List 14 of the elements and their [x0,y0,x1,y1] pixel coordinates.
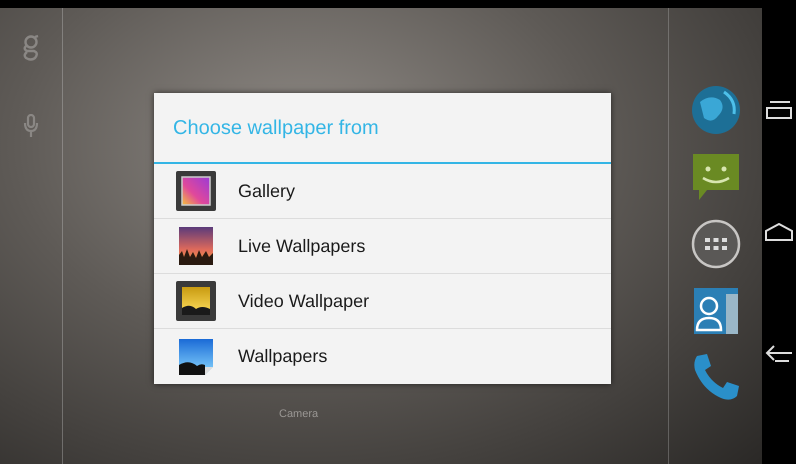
list-item[interactable]: Video Wallpaper [154,274,611,329]
globe-icon[interactable] [690,84,742,136]
gallery-icon [175,171,217,211]
message-icon[interactable] [690,152,740,202]
contacts-icon[interactable] [692,286,740,336]
back-icon[interactable] [765,344,793,362]
list-item[interactable]: Live Wallpapers [154,219,611,274]
list-item[interactable]: Wallpapers [154,329,611,384]
list-item[interactable]: Gallery [154,164,611,219]
recent-apps-icon[interactable] [766,100,792,120]
sunset-icon [175,281,217,321]
app-drawer-icon[interactable] [690,218,742,270]
home-icon[interactable] [765,222,793,241]
dialog-title: Choose wallpaper from [172,116,380,141]
